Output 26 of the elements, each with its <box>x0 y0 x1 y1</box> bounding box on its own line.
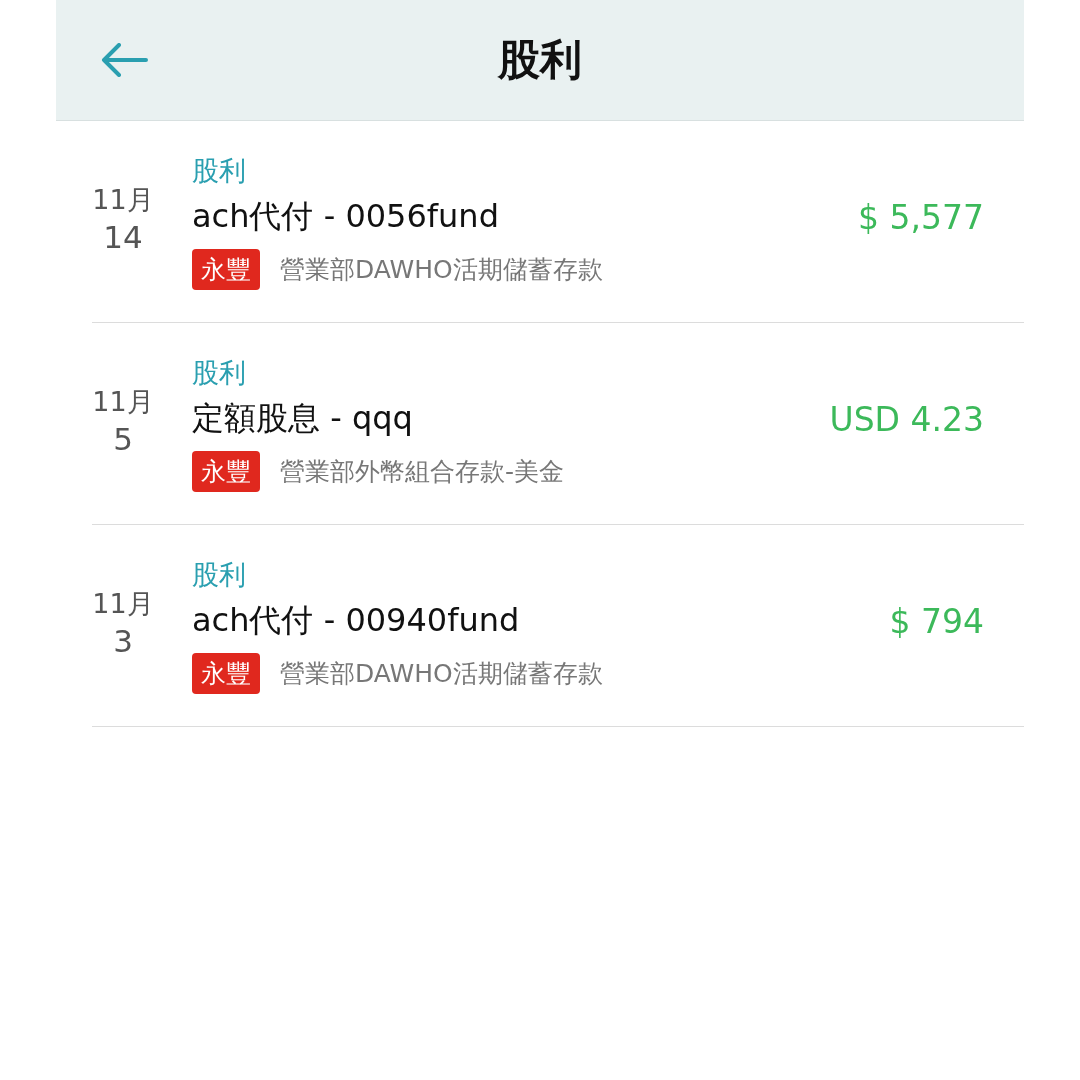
date-month: 11月 <box>92 385 154 418</box>
amount: $ 794 <box>889 602 984 641</box>
date-day: 3 <box>113 620 133 664</box>
transaction-title: ach代付 - 0056fund <box>192 196 500 237</box>
transaction-row[interactable]: 11月 5 股利 定額股息 - qqq 永豐 營業部外幣組合存款-美金 USD 4.23 <box>92 323 1024 525</box>
date-month: 11月 <box>92 587 154 620</box>
amount: USD 4.23 <box>829 400 984 439</box>
date-day: 5 <box>113 418 133 462</box>
date-day: 14 <box>103 216 143 260</box>
back-arrow-icon <box>100 43 148 77</box>
category-label: 股利 <box>192 356 247 390</box>
category-label: 股利 <box>192 154 247 188</box>
account-name: 營業部外幣組合存款-美金 <box>280 456 565 488</box>
transaction-title: 定額股息 - qqq <box>192 398 414 439</box>
account-name: 營業部DAWHO活期儲蓄存款 <box>280 658 603 690</box>
account-name: 營業部DAWHO活期儲蓄存款 <box>280 254 603 286</box>
amount: $ 5,577 <box>858 198 984 237</box>
bank-tag: 永豐 <box>192 653 260 694</box>
transaction-title: ach代付 - 00940fund <box>192 600 521 641</box>
bank-tag: 永豐 <box>192 451 260 492</box>
category-label: 股利 <box>192 558 247 592</box>
date-month: 11月 <box>92 183 154 216</box>
transaction-row[interactable]: 11月 14 股利 ach代付 - 0056fund 永豐 營業部DAWHO活期儲蓄存款 $ 5,577 <box>92 121 1024 323</box>
bank-tag: 永豐 <box>192 249 260 290</box>
transaction-row[interactable]: 11月 3 股利 ach代付 - 00940fund 永豐 營業部DAWHO活期儲蓄存款 $ 794 <box>92 525 1024 727</box>
page-title: 股利 <box>496 34 583 86</box>
